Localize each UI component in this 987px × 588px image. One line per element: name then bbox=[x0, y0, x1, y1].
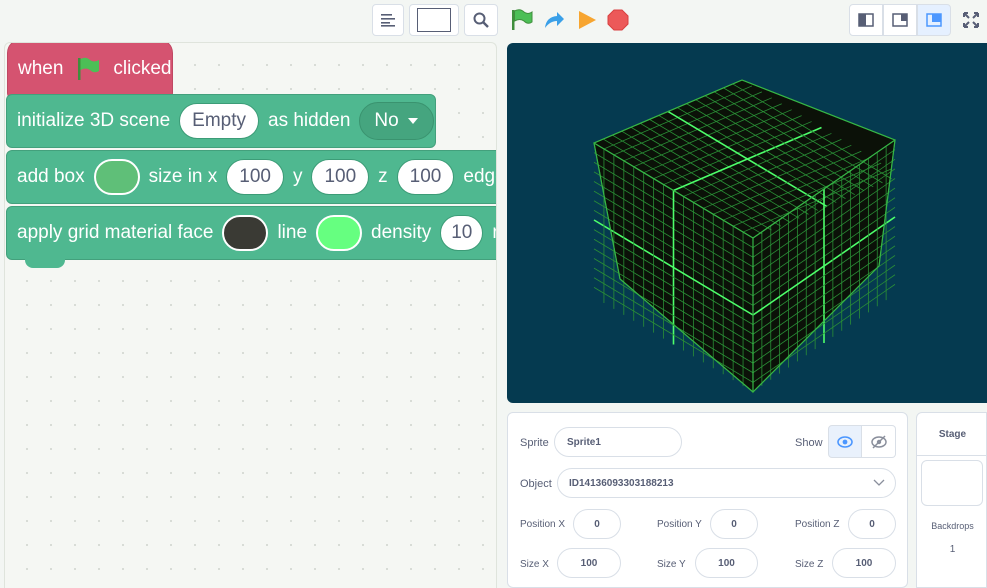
block-label: y bbox=[292, 166, 303, 187]
block-label: initialize 3D scene bbox=[17, 110, 171, 131]
size-x-input[interactable]: 100 bbox=[557, 548, 621, 578]
position-y-label: Position Y bbox=[657, 519, 702, 530]
position-z-label: Position Z bbox=[795, 519, 840, 530]
block-label: r bbox=[492, 222, 496, 244]
large-stage-icon bbox=[926, 13, 942, 27]
green-flag-icon bbox=[78, 57, 100, 80]
eye-icon bbox=[837, 435, 853, 448]
size-z-label: Size Z bbox=[795, 559, 824, 570]
position-y-input[interactable]: 0 bbox=[710, 509, 758, 539]
eye-slash-icon bbox=[870, 434, 887, 449]
block-label: z bbox=[378, 166, 388, 187]
position-z-input[interactable]: 0 bbox=[848, 509, 896, 539]
stage-thumbnail[interactable] bbox=[921, 460, 983, 506]
sprite-label: Sprite bbox=[520, 437, 549, 449]
zoom-input[interactable] bbox=[417, 8, 451, 32]
backdrops-count: 1 bbox=[949, 544, 956, 555]
grid-cube bbox=[592, 79, 897, 394]
hidden-dropdown[interactable]: No bbox=[359, 102, 434, 140]
block-label: edge bbox=[463, 166, 496, 187]
block-notch bbox=[25, 259, 65, 268]
face-color-swatch[interactable] bbox=[222, 215, 269, 251]
small-stage-icon bbox=[858, 13, 874, 27]
stage-title: Stage bbox=[917, 413, 987, 456]
backdrops-label: Backdrops bbox=[931, 521, 974, 531]
position-x-input[interactable]: 0 bbox=[573, 509, 621, 539]
normal-stage-icon bbox=[892, 13, 908, 27]
sprite-name-input[interactable]: Sprite1 bbox=[554, 427, 682, 457]
clicked-label: clicked bbox=[113, 58, 172, 79]
object-label: Object bbox=[520, 478, 552, 490]
size-y-input[interactable]: 100 bbox=[695, 548, 758, 578]
show-label: Show bbox=[795, 437, 823, 449]
large-stage-button[interactable] bbox=[917, 4, 951, 36]
zoom-box[interactable] bbox=[409, 4, 459, 36]
turbo-icon[interactable] bbox=[542, 9, 566, 31]
object-value: ID14136093303188213 bbox=[569, 477, 674, 489]
small-stage-button[interactable] bbox=[849, 4, 883, 36]
initialize-3d-scene-block[interactable]: initialize 3D scene Empty as hidden No bbox=[6, 94, 436, 148]
block-label: size in x bbox=[148, 166, 218, 187]
when-flag-clicked-block[interactable]: when clicked bbox=[7, 43, 173, 107]
add-box-block[interactable]: add box size in x 100 y 100 z 100 edge bbox=[6, 150, 496, 204]
position-x-label: Position X bbox=[520, 519, 566, 530]
chevron-down-icon bbox=[407, 118, 418, 124]
density-input[interactable]: 10 bbox=[440, 215, 484, 251]
block-label: add box bbox=[17, 166, 85, 187]
search-icon bbox=[473, 12, 489, 28]
fullscreen-button[interactable] bbox=[955, 4, 987, 36]
play-icon[interactable] bbox=[576, 9, 598, 31]
stage-selector[interactable]: Stage Backdrops 1 bbox=[916, 412, 987, 588]
block-label: as hidden bbox=[268, 110, 351, 131]
apply-grid-material-block[interactable]: apply grid material face line density 10… bbox=[6, 206, 496, 268]
object-dropdown[interactable]: ID14136093303188213 bbox=[557, 468, 896, 498]
size-z-input[interactable]: 100 bbox=[396, 159, 455, 195]
fullscreen-icon bbox=[963, 12, 979, 28]
list-icon bbox=[381, 14, 395, 27]
box-color-swatch[interactable] bbox=[93, 159, 140, 195]
scene-input[interactable]: Empty bbox=[179, 103, 259, 139]
clean-up-button[interactable] bbox=[372, 4, 404, 36]
show-visible-button[interactable] bbox=[828, 425, 862, 458]
size-x-label: Size X bbox=[520, 559, 549, 570]
size-y-input[interactable]: 100 bbox=[311, 159, 370, 195]
stage-canvas[interactable] bbox=[507, 43, 987, 403]
block-label: line bbox=[277, 222, 308, 243]
green-flag-icon[interactable] bbox=[510, 9, 534, 31]
block-label: density bbox=[371, 222, 432, 243]
stop-icon[interactable] bbox=[607, 9, 629, 31]
dropdown-value: No bbox=[374, 110, 399, 131]
size-x-input[interactable]: 100 bbox=[226, 159, 284, 195]
show-hidden-button[interactable] bbox=[862, 425, 896, 458]
size-z-input[interactable]: 100 bbox=[832, 548, 896, 578]
search-button[interactable] bbox=[464, 4, 498, 36]
code-workspace[interactable]: when clicked initialize 3D scene Empty a… bbox=[4, 42, 497, 588]
sprite-info-panel: Sprite Sprite1 Show Object ID14136093303… bbox=[507, 412, 908, 588]
when-label: when bbox=[18, 58, 64, 79]
line-color-swatch[interactable] bbox=[316, 215, 363, 251]
chevron-down-icon bbox=[873, 479, 885, 486]
size-y-label: Size Y bbox=[657, 559, 686, 570]
normal-stage-button[interactable] bbox=[883, 4, 917, 36]
top-toolbar bbox=[0, 0, 987, 42]
block-label: apply grid material face bbox=[17, 222, 214, 243]
